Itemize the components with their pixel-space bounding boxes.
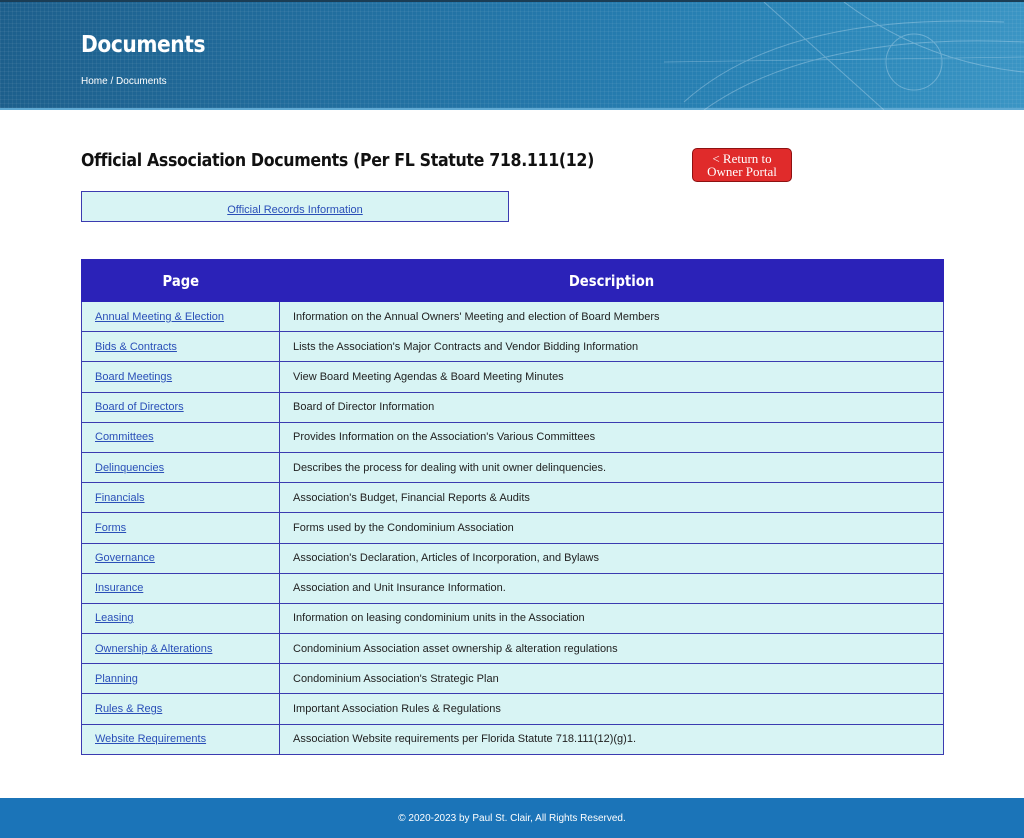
description-cell: Association's Declaration, Articles of I… (279, 542, 944, 574)
page-link[interactable]: Ownership & Alterations (95, 643, 212, 655)
page-cell: Rules & Regs (81, 693, 280, 725)
page-cell: Board of Directors (81, 391, 280, 423)
description-cell: Condominium Association asset ownership … (279, 633, 944, 665)
page-link[interactable]: Committees (95, 431, 154, 443)
page-link[interactable]: Website Requirements (95, 733, 206, 745)
page-cell: Board Meetings (81, 361, 280, 393)
description-cell: Lists the Association's Major Contracts … (279, 331, 944, 363)
section-heading: Official Association Documents (Per FL S… (81, 150, 594, 171)
table-row: Rules & Regs Important Association Rules … (81, 693, 944, 725)
table-body: Annual Meeting & Election Information on … (81, 300, 944, 755)
page-cell: Ownership & Alterations (81, 633, 280, 665)
page-link[interactable]: Leasing (95, 612, 134, 624)
page-link[interactable]: Forms (95, 522, 126, 534)
table-row: Ownership & Alterations Condominium Assoc… (81, 633, 944, 665)
description-cell: Association's Budget, Financial Reports … (279, 482, 944, 514)
table-row: Insurance Association and Unit Insurance … (81, 572, 944, 604)
page-cell: Delinquencies (81, 451, 280, 484)
page-cell: Annual Meeting & Election (81, 300, 280, 333)
description-cell: Important Association Rules & Regulation… (279, 693, 944, 725)
page-footer: © 2020-2023 by Paul St. Clair, All Right… (0, 798, 1024, 838)
documents-table: Page Description Annual Meeting & Electi… (81, 259, 944, 755)
table-row: Annual Meeting & Election Information on … (81, 300, 944, 333)
description-cell: Information on the Annual Owners' Meetin… (279, 300, 944, 333)
page-cell: Planning (81, 663, 280, 695)
description-cell: Association Website requirements per Flo… (279, 723, 944, 755)
return-to-owner-portal-button[interactable]: < Return to Owner Portal (692, 148, 792, 182)
page-cell: Leasing (81, 602, 280, 635)
decorative-blueprint-graphic (664, 2, 1024, 110)
table-row: Website Requirements Association Website … (81, 723, 944, 755)
page-cell: Forms (81, 512, 280, 544)
official-records-link[interactable]: Official Records Information (227, 204, 363, 216)
table-row: Committees Provides Information on the As… (81, 421, 944, 453)
breadcrumb-separator: / (110, 76, 114, 87)
page-cell: Insurance (81, 572, 280, 604)
description-cell: Condominium Association's Strategic Plan (279, 663, 944, 695)
table-row: Delinquencies Describes the process for d… (81, 451, 944, 484)
table-row: Governance Association's Declaration, Art… (81, 542, 944, 574)
description-cell: Provides Information on the Association'… (279, 421, 944, 453)
table-row: Board Meetings View Board Meeting Agendas… (81, 361, 944, 393)
page-title: Documents (81, 32, 206, 58)
description-cell: Association and Unit Insurance Informati… (279, 572, 944, 604)
page-link[interactable]: Board of Directors (95, 401, 184, 413)
official-records-box: Official Records Information (81, 191, 509, 222)
page-link[interactable]: Rules & Regs (95, 703, 162, 715)
page-cell: Bids & Contracts (81, 331, 280, 363)
page-header-banner: Documents Home / Documents (0, 0, 1024, 110)
page-cell: Governance (81, 542, 280, 574)
page-link[interactable]: Governance (95, 552, 155, 564)
page-link[interactable]: Financials (95, 492, 145, 504)
breadcrumb: Home / Documents (81, 76, 167, 87)
table-header-row: Page Description (81, 259, 944, 302)
table-row: Board of Directors Board of Director Info… (81, 391, 944, 423)
page-link[interactable]: Bids & Contracts (95, 341, 177, 353)
description-cell: Describes the process for dealing with u… (279, 451, 944, 484)
page-cell: Financials (81, 482, 280, 514)
table-row: Bids & Contracts Lists the Association's … (81, 331, 944, 363)
page-link[interactable]: Board Meetings (95, 371, 172, 383)
description-cell: View Board Meeting Agendas & Board Meeti… (279, 361, 944, 393)
return-button-line2: Owner Portal (707, 164, 777, 179)
description-cell: Forms used by the Condominium Associatio… (279, 512, 944, 544)
page-link[interactable]: Planning (95, 673, 138, 685)
page-link[interactable]: Insurance (95, 582, 143, 594)
column-header-description: Description (279, 259, 944, 302)
table-row: Financials Association's Budget, Financia… (81, 482, 944, 514)
breadcrumb-current: Documents (116, 76, 167, 87)
page-cell: Website Requirements (81, 723, 280, 755)
column-header-page: Page (81, 259, 280, 302)
breadcrumb-home-link[interactable]: Home (81, 76, 108, 87)
table-row: Planning Condominium Association's Strate… (81, 663, 944, 695)
page-link[interactable]: Annual Meeting & Election (95, 311, 224, 323)
description-cell: Information on leasing condominium units… (279, 602, 944, 635)
table-row: Leasing Information on leasing condominiu… (81, 602, 944, 635)
page-cell: Committees (81, 421, 280, 453)
table-row: Forms Forms used by the Condominium Assoc… (81, 512, 944, 544)
page-link[interactable]: Delinquencies (95, 462, 164, 474)
footer-copyright: © 2020-2023 by Paul St. Clair, All Right… (398, 813, 626, 824)
description-cell: Board of Director Information (279, 391, 944, 423)
